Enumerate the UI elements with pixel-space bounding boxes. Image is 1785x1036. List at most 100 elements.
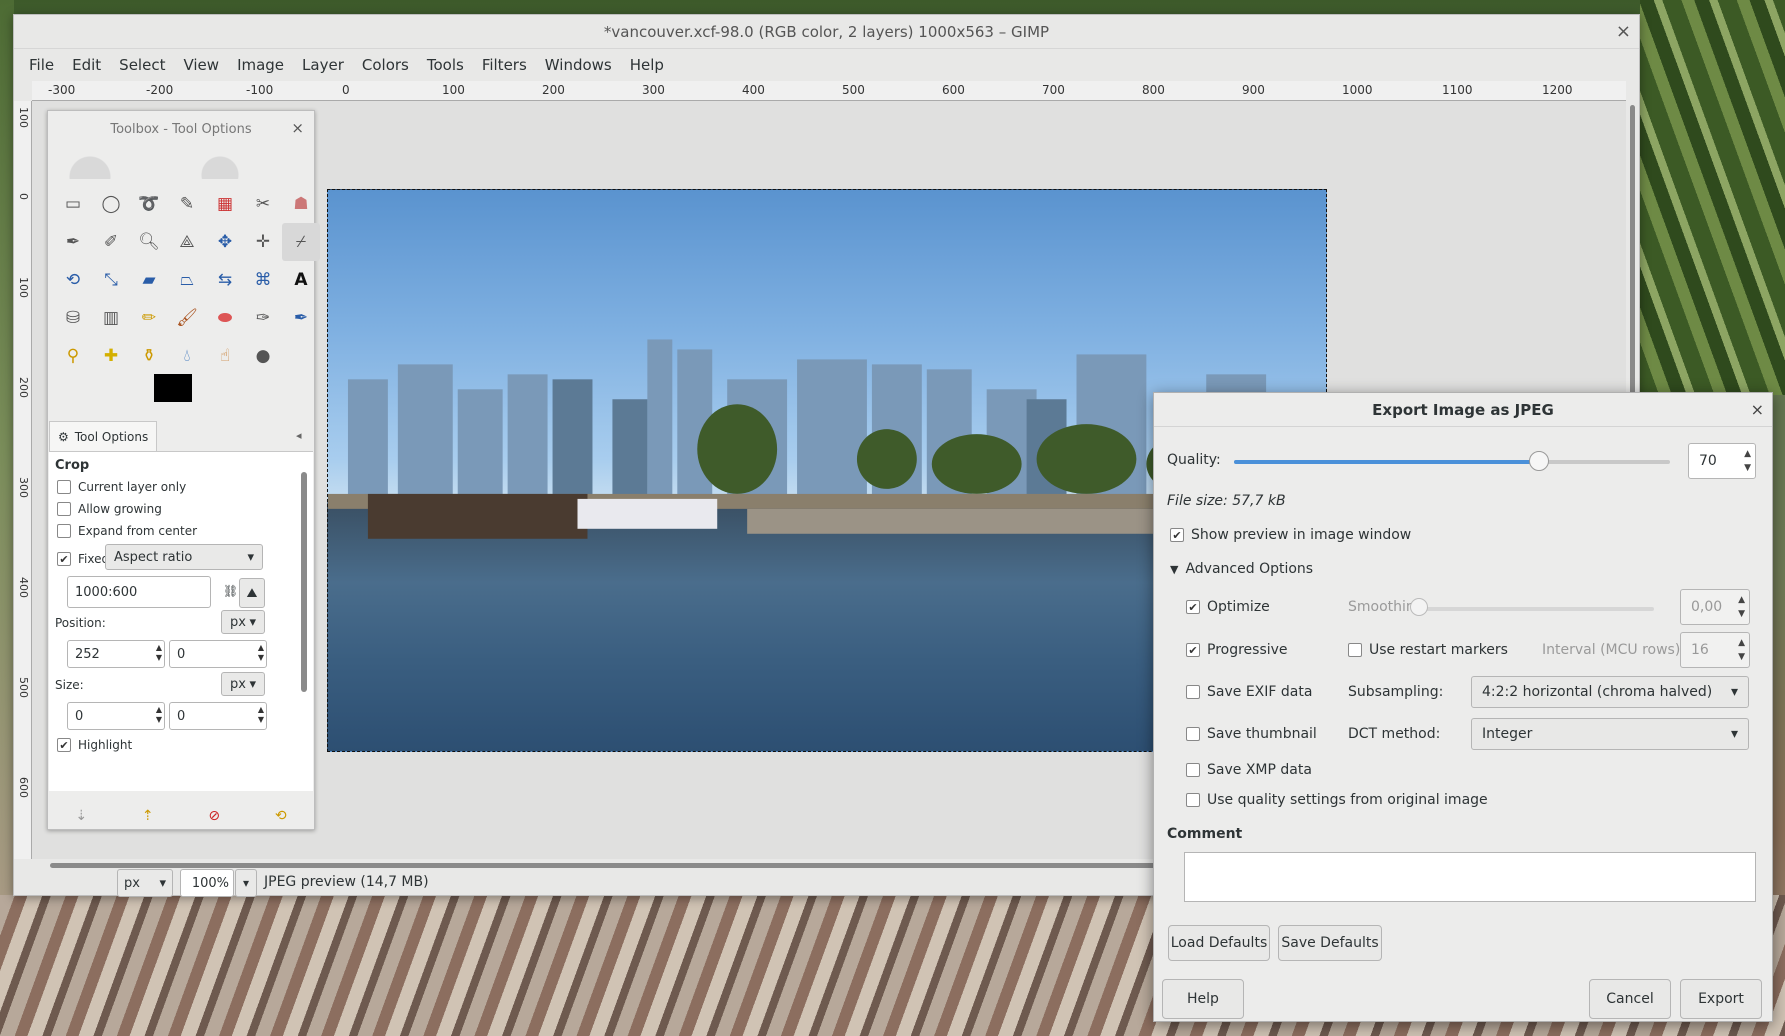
scissors-icon[interactable]: ✂: [244, 185, 282, 223]
subsampling-dropdown[interactable]: 4:2:2 horizontal (chroma halved) ▾: [1471, 676, 1749, 708]
fg-bg-colors[interactable]: [154, 374, 210, 416]
menu-view[interactable]: View: [174, 56, 228, 74]
heal-icon[interactable]: ✚: [92, 337, 130, 375]
perspective-clone-icon[interactable]: ⚱: [130, 337, 168, 375]
zoom-icon[interactable]: 🔍︎: [130, 223, 168, 261]
use-original-quality-option[interactable]: Use quality settings from original image: [1186, 792, 1488, 808]
position-x-input[interactable]: 252 ▲ ▼: [67, 640, 165, 668]
export-button[interactable]: Export: [1680, 979, 1762, 1019]
spin-arrows-icon[interactable]: ▲ ▼: [258, 643, 264, 663]
scale-icon[interactable]: ⤡: [92, 261, 130, 299]
pencil-icon[interactable]: ✏: [130, 299, 168, 337]
checkbox-unchecked[interactable]: [1186, 763, 1200, 777]
toolbox-close-icon[interactable]: ×: [291, 119, 304, 137]
clone-icon[interactable]: ⚲: [54, 337, 92, 375]
text-icon[interactable]: A: [282, 261, 320, 299]
checkbox-unchecked[interactable]: [1186, 685, 1200, 699]
spin-arrows-icon[interactable]: ▲ ▼: [258, 705, 264, 725]
blur-icon[interactable]: 💧︎: [168, 337, 206, 375]
quality-slider-knob[interactable]: [1529, 451, 1550, 471]
color-picker-icon[interactable]: ✐: [92, 223, 130, 261]
spin-arrows-icon[interactable]: ▲ ▼: [1738, 593, 1745, 621]
smudge-icon[interactable]: ☝: [206, 337, 244, 375]
horizontal-ruler[interactable]: -300 -200 -100 0 100 200 300 400 500 600…: [32, 81, 1626, 101]
airbrush-icon[interactable]: ✑: [244, 299, 282, 337]
load-defaults-button[interactable]: Load Defaults: [1168, 925, 1270, 961]
chain-icon[interactable]: ⛓: [223, 584, 238, 598]
size-unit-dropdown[interactable]: px ▾: [221, 672, 265, 696]
checkbox-unchecked[interactable]: [1186, 793, 1200, 807]
zoom-field[interactable]: 100%: [180, 869, 234, 897]
restore-preset-icon[interactable]: ⇡: [142, 808, 154, 824]
save-thumbnail-option[interactable]: Save thumbnail: [1186, 726, 1317, 742]
dialog-titlebar[interactable]: Export Image as JPEG ×: [1154, 393, 1772, 427]
paintbrush-icon[interactable]: 🖌︎: [168, 299, 206, 337]
checkbox-unchecked[interactable]: [57, 502, 71, 516]
checkbox-unchecked[interactable]: [57, 480, 71, 494]
smoothing-spinbox[interactable]: 0,00 ▲ ▼: [1680, 589, 1750, 625]
show-preview-option[interactable]: ✔ Show preview in image window: [1170, 527, 1411, 543]
fuzzy-select-icon[interactable]: ✎: [168, 185, 206, 223]
allow-growing-option[interactable]: Allow growing: [57, 502, 162, 516]
dodge-burn-icon[interactable]: ●: [244, 337, 282, 375]
dct-method-dropdown[interactable]: Integer ▾: [1471, 718, 1749, 750]
interval-spinbox[interactable]: 16 ▲ ▼: [1680, 632, 1750, 668]
window-titlebar[interactable]: *vancouver.xcf-98.0 (RGB color, 2 layers…: [14, 15, 1639, 49]
spin-arrows-icon[interactable]: ▲ ▼: [156, 643, 162, 663]
scrollbar-thumb[interactable]: [301, 472, 307, 692]
paths-icon[interactable]: ✒: [54, 223, 92, 261]
size-width-input[interactable]: 0 ▲ ▼: [67, 702, 165, 730]
foreground-color[interactable]: [154, 374, 192, 402]
checkbox-unchecked[interactable]: [1348, 643, 1362, 657]
menu-select[interactable]: Select: [110, 56, 174, 74]
save-xmp-option[interactable]: Save XMP data: [1186, 762, 1312, 778]
checkbox-checked[interactable]: ✔: [1170, 528, 1184, 542]
checkbox-checked[interactable]: ✔: [1186, 643, 1200, 657]
menu-edit[interactable]: Edit: [63, 56, 110, 74]
menu-image[interactable]: Image: [228, 56, 293, 74]
optimize-option[interactable]: ✔ Optimize: [1186, 599, 1270, 615]
gradient-icon[interactable]: ▥: [92, 299, 130, 337]
spin-arrows-icon[interactable]: ▲ ▼: [1738, 636, 1745, 664]
checkbox-unchecked[interactable]: [57, 524, 71, 538]
measure-icon[interactable]: ⟁: [168, 223, 206, 261]
menu-windows[interactable]: Windows: [536, 56, 621, 74]
save-defaults-button[interactable]: Save Defaults: [1278, 925, 1382, 961]
save-exif-option[interactable]: Save EXIF data: [1186, 684, 1312, 700]
rect-select-icon[interactable]: ▭: [54, 185, 92, 223]
aspect-ratio-input[interactable]: 1000:600: [67, 576, 211, 608]
crop-icon[interactable]: ⌿: [282, 223, 320, 261]
spin-arrows-icon[interactable]: ▲ ▼: [156, 705, 162, 725]
ellipse-select-icon[interactable]: ◯: [92, 185, 130, 223]
menu-layer[interactable]: Layer: [293, 56, 353, 74]
zoom-dropdown[interactable]: ▾: [235, 869, 257, 897]
restart-markers-option[interactable]: Use restart markers: [1348, 642, 1508, 658]
perspective-icon[interactable]: ⏢: [168, 261, 206, 299]
landscape-portrait-button[interactable]: ⛰: [239, 578, 265, 608]
delete-preset-icon[interactable]: ⊘: [208, 808, 220, 824]
scrollbar-thumb[interactable]: [50, 863, 1180, 868]
select-by-color-icon[interactable]: ▦: [206, 185, 244, 223]
cancel-button[interactable]: Cancel: [1589, 979, 1671, 1019]
bucket-fill-icon[interactable]: ⛁: [54, 299, 92, 337]
dialog-close-icon[interactable]: ×: [1751, 400, 1764, 419]
checkbox-checked[interactable]: ✔: [57, 552, 71, 566]
unified-transform-icon[interactable]: ⟲: [54, 261, 92, 299]
menu-colors[interactable]: Colors: [353, 56, 418, 74]
highlight-option[interactable]: ✔ Highlight: [57, 738, 132, 752]
cage-icon[interactable]: ⌘: [244, 261, 282, 299]
align-icon[interactable]: ✛: [244, 223, 282, 261]
expand-from-center-option[interactable]: Expand from center: [57, 524, 197, 538]
menu-file[interactable]: File: [20, 56, 63, 74]
shear-icon[interactable]: ▰: [130, 261, 168, 299]
advanced-options-expander[interactable]: ▼ Advanced Options: [1170, 561, 1313, 577]
menu-help[interactable]: Help: [621, 56, 673, 74]
smoothing-slider[interactable]: [1418, 607, 1654, 611]
menu-tools[interactable]: Tools: [418, 56, 473, 74]
fixed-mode-dropdown[interactable]: Aspect ratio ▾: [105, 544, 263, 570]
reset-options-icon[interactable]: ⟲: [275, 808, 287, 824]
position-y-input[interactable]: 0 ▲ ▼: [169, 640, 267, 668]
help-button[interactable]: Help: [1162, 979, 1244, 1019]
size-height-input[interactable]: 0 ▲ ▼: [169, 702, 267, 730]
foreground-select-icon[interactable]: ☗: [282, 185, 320, 223]
